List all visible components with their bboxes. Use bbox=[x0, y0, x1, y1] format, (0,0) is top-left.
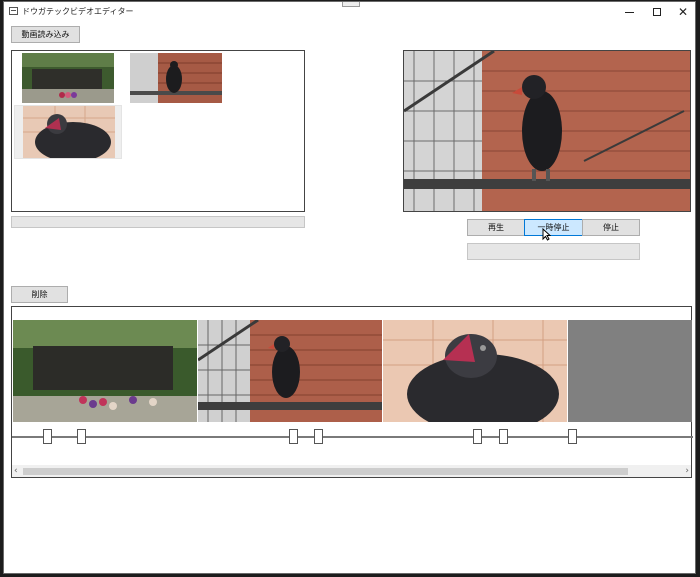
clip-thumbnail-park[interactable] bbox=[22, 53, 114, 103]
play-button[interactable]: 再生 bbox=[467, 219, 525, 236]
timeline-bird-image bbox=[198, 320, 382, 422]
mouse-cursor-icon bbox=[542, 228, 551, 241]
title-bar[interactable]: ドウガテックビデオエディター ✕ bbox=[4, 2, 695, 22]
clip-thumbnail-bird[interactable] bbox=[130, 53, 222, 103]
bird-cage-image bbox=[130, 53, 222, 103]
scroll-left-arrow-icon[interactable]: ‹ bbox=[14, 465, 18, 477]
stop-button[interactable]: 停止 bbox=[582, 219, 640, 236]
timeline-closeup-image bbox=[383, 320, 567, 422]
load-video-button[interactable]: 動画読み込み bbox=[11, 26, 80, 43]
timeline-park-image bbox=[13, 320, 197, 422]
bird-closeup-image bbox=[23, 106, 115, 158]
scroll-right-arrow-icon[interactable]: › bbox=[685, 465, 689, 477]
trim-handle-5[interactable] bbox=[473, 429, 482, 444]
trim-handle-4[interactable] bbox=[314, 429, 323, 444]
app-icon bbox=[9, 7, 18, 15]
minimize-icon bbox=[624, 11, 634, 13]
timeline-panel: ‹ › bbox=[11, 306, 693, 478]
window-title: ドウガテックビデオエディター bbox=[22, 7, 134, 16]
timeline-frame-park[interactable] bbox=[13, 320, 197, 422]
trim-handle-6[interactable] bbox=[499, 429, 508, 444]
playback-progress-bar bbox=[467, 243, 640, 260]
drag-grip[interactable] bbox=[342, 2, 360, 7]
video-preview[interactable] bbox=[403, 50, 691, 212]
maximize-button[interactable] bbox=[643, 2, 671, 22]
close-icon: ✕ bbox=[677, 5, 689, 19]
preview-frame-image bbox=[404, 51, 690, 211]
clip-list-panel bbox=[11, 50, 305, 212]
park-scene-image bbox=[22, 53, 114, 103]
timeline-scrollbar[interactable]: ‹ › bbox=[12, 465, 691, 477]
close-button[interactable]: ✕ bbox=[669, 2, 695, 22]
timeline-frame-empty bbox=[568, 320, 692, 422]
minimize-button[interactable] bbox=[615, 2, 643, 22]
maximize-icon bbox=[653, 8, 661, 16]
trim-handle-1[interactable] bbox=[43, 429, 52, 444]
clip-thumbnail-bird-closeup[interactable] bbox=[14, 105, 122, 159]
import-progress-bar bbox=[11, 216, 305, 228]
trim-handle-2[interactable] bbox=[77, 429, 86, 444]
timeline-frame-bird-closeup[interactable] bbox=[383, 320, 567, 422]
trim-handle-7[interactable] bbox=[568, 429, 577, 444]
pause-button[interactable]: 一時停止 bbox=[524, 219, 583, 236]
delete-button[interactable]: 削除 bbox=[11, 286, 68, 303]
timeline-track bbox=[12, 436, 693, 438]
trim-handle-3[interactable] bbox=[289, 429, 298, 444]
app-window: ドウガテックビデオエディター ✕ 動画読み込み 再生 一時停止 停止 削除 ‹ … bbox=[3, 1, 696, 574]
timeline-frame-bird[interactable] bbox=[198, 320, 382, 422]
scrollbar-thumb[interactable] bbox=[23, 468, 628, 475]
